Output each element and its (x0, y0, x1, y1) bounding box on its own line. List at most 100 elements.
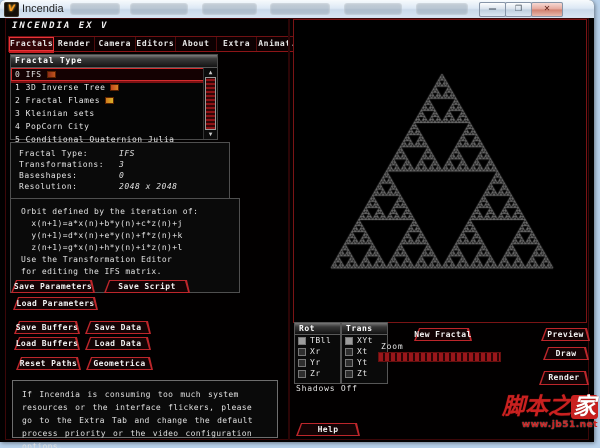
list-item-label: 2 Fractal Flames (15, 96, 101, 105)
list-item-label: 4 PopCorn City (15, 122, 90, 131)
trans-z-checkbox[interactable]: Zt (342, 368, 387, 379)
rot-x-checkbox[interactable]: Xr (295, 346, 340, 357)
tab-editors[interactable]: Editors (136, 37, 177, 51)
incendia-window: V Incendia — ❐ ✕ INCENDIA EX V Fractals … (0, 0, 594, 448)
save-data-button[interactable]: Save Data (85, 321, 151, 334)
orbit-line: for editing the IFS matrix. (21, 267, 162, 276)
list-item-popcorn-city[interactable]: 4 PopCorn City (11, 120, 204, 133)
checkbox-label: Zt (357, 369, 368, 378)
rotation-header: Rot (295, 323, 340, 335)
rot-y-checkbox[interactable]: Yr (295, 357, 340, 368)
checkbox-icon (298, 347, 306, 356)
new-fractal-button[interactable]: New Fractal (414, 328, 472, 341)
menu-tab-bar: Fractals Render Camera Editors About Ext… (8, 36, 298, 52)
tab-extra[interactable]: Extra (217, 37, 258, 51)
checkbox-icon (345, 347, 353, 356)
checkbox-label: Yt (357, 358, 368, 367)
list-item-kleinian-sets[interactable]: 3 Kleinian sets (11, 107, 204, 120)
orbit-line: y(n+1)=d*x(n)+e*y(n)+f*z(n)+k (21, 231, 183, 240)
maximize-button[interactable]: ❐ (505, 2, 532, 17)
save-parameters-button[interactable]: Save Parameters (11, 280, 95, 293)
orbit-description-panel: Orbit defined by the iteration of: x(n+1… (10, 198, 240, 293)
thumbnail-icon (46, 71, 56, 78)
draw-button[interactable]: Draw (543, 347, 589, 360)
list-scrollbar[interactable]: ▲ ▼ (203, 68, 217, 139)
info-value: 3 (119, 160, 125, 169)
tab-render[interactable]: Render (54, 37, 95, 51)
info-value: 2048 x 2048 (119, 182, 178, 191)
scroll-up-icon[interactable]: ▲ (204, 68, 217, 77)
orbit-line: x(n+1)=a*x(n)+b*y(n)+c*z(n)+j (21, 219, 183, 228)
shadows-toggle[interactable]: Shadows Off (296, 384, 358, 393)
render-button[interactable]: Render (539, 371, 589, 385)
panel-divider (288, 18, 290, 440)
info-label: Fractal Type: (19, 149, 89, 158)
info-value: IFS (119, 149, 135, 158)
checkbox-label: Xt (357, 347, 368, 356)
client-area: INCENDIA EX V Fractals Render Camera Edi… (0, 18, 594, 448)
checkbox-icon (298, 358, 306, 367)
preview-button[interactable]: Preview (541, 328, 590, 341)
background-window-ghost (70, 3, 120, 15)
load-data-button[interactable]: Load Data (85, 337, 151, 350)
scroll-down-icon[interactable]: ▼ (204, 130, 217, 139)
thumbnail-icon (110, 84, 120, 91)
zoom-slider[interactable] (378, 352, 501, 362)
scrollbar-thumb[interactable] (205, 77, 216, 130)
load-buffers-button[interactable]: Load Buffers (14, 337, 80, 350)
save-buffers-button[interactable]: Save Buffers (14, 321, 80, 334)
reset-paths-button[interactable]: Reset Paths (16, 357, 81, 370)
incendia-logo-icon: V (4, 2, 19, 17)
rotation-panel: Rot TBll Xr Yr Zr (294, 322, 341, 384)
fractal-type-rows: 0 IFS 1 3D Inverse Tree 2 Fractal Flames… (11, 68, 204, 144)
checkbox-icon (345, 369, 353, 378)
background-window-ghost (416, 3, 468, 15)
window-title: Incendia (22, 3, 64, 15)
help-button[interactable]: Help (296, 423, 360, 436)
translation-header: Trans (342, 323, 387, 335)
minimize-button[interactable]: — (479, 2, 506, 17)
tab-animation[interactable]: Animat. (257, 37, 297, 51)
orbit-line: Orbit defined by the iteration of: (21, 207, 199, 216)
list-item-label: 3 Kleinian sets (15, 109, 95, 118)
checkbox-label: XYt (357, 336, 373, 345)
fractal-type-listbox: Fractal Type 0 IFS 1 3D Inverse Tree 2 F… (10, 54, 218, 144)
checkbox-label: Xr (310, 347, 321, 356)
list-item-fractal-flames[interactable]: 2 Fractal Flames (11, 94, 204, 107)
list-item-ifs[interactable]: 0 IFS (11, 68, 204, 81)
rot-trackball-checkbox[interactable]: TBll (295, 335, 340, 346)
info-label: Resolution: (19, 182, 78, 191)
background-window-ghost (202, 3, 257, 15)
fractal-type-header: Fractal Type (11, 55, 217, 68)
checkbox-label: TBll (310, 336, 332, 345)
orbit-line: Use the Transformation Editor (21, 255, 173, 264)
info-label: Transformations: (19, 160, 105, 169)
load-parameters-button[interactable]: Load Parameters (13, 297, 98, 310)
resource-notice: If Incendia is consuming too much system… (12, 380, 278, 448)
fractal-canvas[interactable] (294, 20, 584, 320)
background-window-ghost (344, 3, 402, 15)
tab-fractals[interactable]: Fractals (9, 37, 55, 51)
checkbox-icon (345, 336, 353, 345)
tab-camera[interactable]: Camera (95, 37, 136, 51)
info-label: Baseshapes: (19, 171, 78, 180)
save-script-button[interactable]: Save Script (104, 280, 190, 293)
checkbox-label: Yr (310, 358, 321, 367)
rot-z-checkbox[interactable]: Zr (295, 368, 340, 379)
checkbox-icon (298, 336, 306, 345)
close-button[interactable]: ✕ (531, 2, 563, 17)
list-item-3d-inverse-tree[interactable]: 1 3D Inverse Tree (11, 81, 204, 94)
fractal-info-panel: Fractal Type: IFS Transformations: 3 Bases… (10, 142, 230, 203)
checkbox-label: Zr (310, 369, 321, 378)
tab-about[interactable]: About (176, 37, 217, 51)
checkbox-icon (298, 369, 306, 378)
desktop: V Incendia — ❐ ✕ INCENDIA EX V Fractals … (0, 0, 600, 448)
info-value: 0 (119, 171, 125, 180)
background-window-ghost (130, 3, 188, 15)
geometrica-button[interactable]: Geometrica (86, 357, 153, 370)
fractal-viewport[interactable] (293, 19, 587, 323)
list-item-label: 0 IFS (15, 70, 42, 79)
list-item-label: 1 3D Inverse Tree (15, 83, 106, 92)
app-header-label: INCENDIA EX V (12, 21, 109, 31)
background-window-ghost (270, 3, 330, 15)
